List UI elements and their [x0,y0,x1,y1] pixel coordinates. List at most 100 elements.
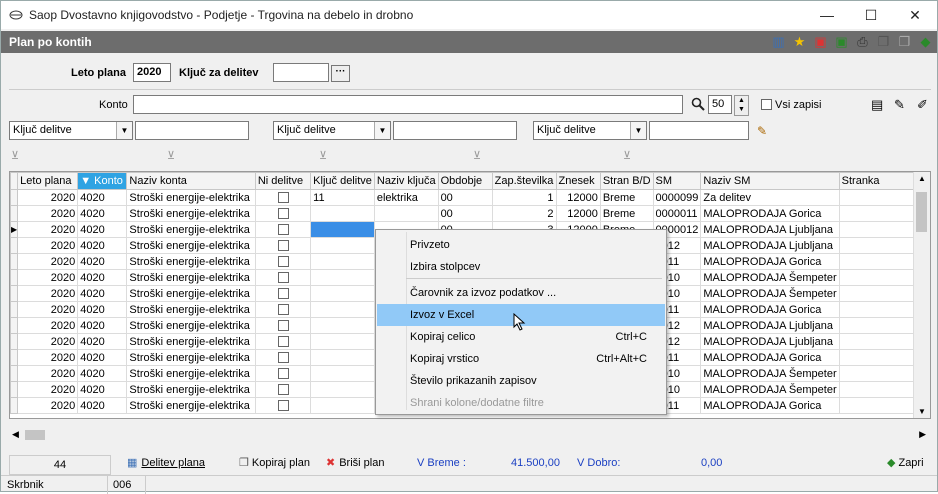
layout-icon[interactable]: ▥ [771,34,786,49]
table-cell[interactable]: 00 [437,189,493,206]
ni-delitve-checkbox[interactable] [277,224,289,236]
table-cell[interactable]: 4020 [77,189,128,206]
table-cell[interactable] [254,253,312,270]
exit-icon[interactable]: ◆ [918,34,933,49]
filter-value-3[interactable] [649,121,749,140]
filter-value-2[interactable] [393,121,517,140]
table-cell[interactable]: 0000099 [652,189,702,206]
close-button[interactable]: ✕ [893,1,937,29]
table-cell[interactable] [254,301,312,318]
favorite-star-icon[interactable]: ★ [792,34,807,49]
table-cell[interactable] [254,189,312,206]
vsi-zapisi-checkbox[interactable] [761,99,772,110]
table-cell[interactable] [310,349,375,366]
column-header[interactable]: ▼ Konto [77,172,128,190]
table-cell[interactable] [310,285,375,302]
table-cell[interactable]: Stroški energije-elektrika [126,221,256,238]
table-cell[interactable] [254,333,312,350]
table-cell[interactable]: MALOPRODAJA Ljubljana [700,221,840,238]
column-header[interactable]: Ključ delitve [310,172,375,190]
konto-search-input[interactable] [133,95,683,114]
table-cell[interactable]: 2020 [17,205,79,222]
table-cell[interactable]: Stroški energije-elektrika [126,365,256,382]
column-header[interactable]: Obdobje [437,172,493,190]
row-indicator[interactable] [10,349,19,366]
table-row[interactable]: 2020 4020 Stroški energije-elektrika 00 2 120… [10,205,930,222]
ni-delitve-checkbox[interactable] [277,256,289,268]
excel-icon[interactable]: ▣ [834,34,849,49]
row-indicator[interactable] [10,269,19,286]
table-cell[interactable]: 2020 [17,365,79,382]
row-indicator[interactable] [10,381,19,398]
table-cell[interactable]: MALOPRODAJA Gorica [700,253,840,270]
table-cell[interactable]: 4020 [77,301,128,318]
table-cell[interactable] [310,397,375,414]
table-cell[interactable]: 11 [310,189,375,206]
ni-delitve-checkbox[interactable] [277,368,289,380]
row-indicator[interactable] [10,253,19,270]
row-indicator[interactable] [10,189,19,206]
table-cell[interactable]: 4020 [77,205,128,222]
table-cell[interactable]: 2020 [17,253,79,270]
row-indicator[interactable] [10,317,19,334]
table-cell[interactable]: 4020 [77,349,128,366]
column-filter-icon[interactable]: ⊻ [473,149,487,163]
brisi-plan-button[interactable]: ✖ Briši plan [326,453,384,473]
row-indicator[interactable] [10,237,19,254]
filter-combo-3[interactable]: Ključ delitve ▼ [533,121,647,140]
context-menu-item[interactable]: Izbira stolpcev [377,256,665,278]
table-cell[interactable]: 00 [437,205,493,222]
table-cell[interactable]: Stroški energije-elektrika [126,253,256,270]
context-menu-item[interactable]: Kopiraj vrstico Ctrl+Alt+C [377,348,665,370]
table-cell[interactable]: 4020 [77,397,128,414]
filter-combo-1[interactable]: Ključ delitve ▼ [9,121,133,140]
table-cell[interactable]: 4020 [77,317,128,334]
column-header[interactable]: Naziv ključa [373,172,439,190]
table-cell[interactable] [254,285,312,302]
filter-value-1[interactable] [135,121,249,140]
table-cell[interactable] [254,205,312,222]
table-cell[interactable]: elektrika [373,189,439,206]
table-cell[interactable]: Stroški energije-elektrika [126,285,256,302]
table-cell[interactable]: MALOPRODAJA Šempeter [700,381,840,398]
filter-combo-2[interactable]: Ključ delitve ▼ [273,121,391,140]
table-cell[interactable]: MALOPRODAJA Šempeter [700,365,840,382]
table-cell[interactable]: Stroški energije-elektrika [126,317,256,334]
table-cell[interactable]: Stroški energije-elektrika [126,397,256,414]
ni-delitve-checkbox[interactable] [277,192,289,204]
table-cell[interactable]: Stroški energije-elektrika [126,333,256,350]
row-indicator[interactable] [10,365,19,382]
table-cell[interactable]: 12000 [555,189,601,206]
table-cell[interactable]: 1 [491,189,557,206]
table-cell[interactable]: Stroški energije-elektrika [126,301,256,318]
table-cell[interactable]: 2020 [17,285,79,302]
table-cell[interactable]: 4020 [77,221,128,238]
ni-delitve-checkbox[interactable] [277,304,289,316]
table-cell[interactable]: 2020 [17,349,79,366]
column-header[interactable]: Zap.številka [491,172,557,190]
hscroll-thumb[interactable] [25,430,45,440]
leto-plana-input[interactable]: 2020 [133,63,171,82]
table-cell[interactable]: Stroški energije-elektrika [126,189,256,206]
table-cell[interactable]: Stroški energije-elektrika [126,237,256,254]
table-cell[interactable]: 4020 [77,333,128,350]
column-filter-icon[interactable]: ⊻ [319,149,333,163]
table-cell[interactable] [254,365,312,382]
table-cell[interactable]: Stroški energije-elektrika [126,349,256,366]
table-cell[interactable]: Za delitev [700,189,840,206]
table-cell[interactable] [310,301,375,318]
table-cell[interactable]: Breme [599,189,654,206]
table-cell[interactable]: MALOPRODAJA Gorica [700,301,840,318]
ni-delitve-checkbox[interactable] [277,320,289,332]
column-filter-icon[interactable]: ⊻ [11,149,25,163]
table-cell[interactable]: 2020 [17,317,79,334]
column-header[interactable]: Naziv SM [700,172,840,190]
context-menu-item[interactable]: Čarovnik za izvoz podatkov ... [377,282,665,304]
column-header[interactable]: Naziv konta [126,172,256,190]
row-indicator[interactable]: ▶ [10,221,19,238]
table-cell[interactable]: 2020 [17,397,79,414]
ni-delitve-checkbox[interactable] [277,384,289,396]
table-cell[interactable]: 4020 [77,237,128,254]
print-icon[interactable]: ⎙ [855,34,870,49]
column-header[interactable]: Leto plana [17,172,79,190]
